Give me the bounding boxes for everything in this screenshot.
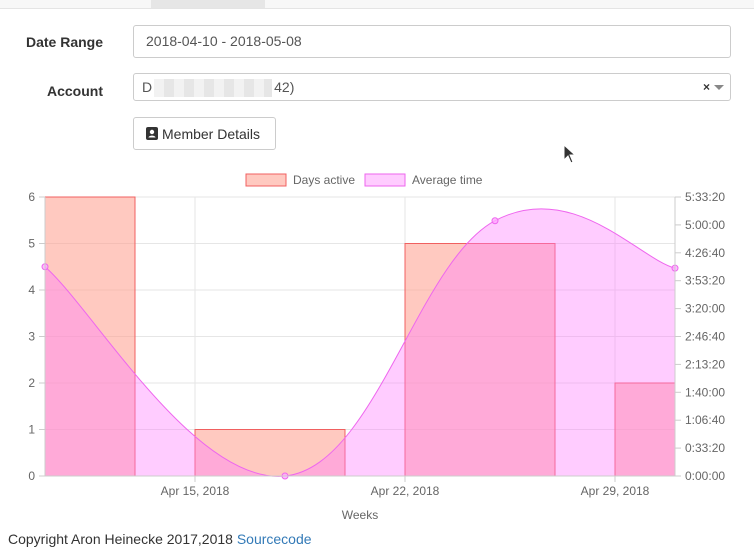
x-tick-label: Apr 22, 2018 bbox=[371, 484, 440, 498]
legend-label-days-active: Days active bbox=[293, 173, 355, 187]
tab-active[interactable] bbox=[151, 0, 265, 8]
y-right-tick-label: 3:53:20 bbox=[685, 274, 725, 288]
y-left-tick-label: 5 bbox=[28, 237, 35, 251]
legend-swatch-average-time bbox=[364, 173, 406, 187]
legend-label-average-time: Average time bbox=[412, 173, 483, 187]
account-select[interactable]: D 42) × bbox=[133, 73, 731, 101]
y-right-tick-label: 0:00:00 bbox=[685, 469, 725, 483]
footer: Copyright Aron Heinecke 2017,2018 Source… bbox=[8, 531, 312, 547]
y-right-tick-label: 0:33:20 bbox=[685, 441, 725, 455]
y-right-tick-label: 2:13:20 bbox=[685, 357, 725, 371]
y-left-tick-label: 0 bbox=[28, 469, 35, 483]
x-axis-title: Weeks bbox=[342, 508, 378, 522]
y-right-tick-label: 1:06:40 bbox=[685, 413, 725, 427]
member-details-label: Member Details bbox=[162, 125, 261, 142]
y-right-tick-label: 1:40:00 bbox=[685, 385, 725, 399]
date-range-label: Date Range bbox=[25, 34, 103, 50]
member-details-button[interactable]: Member Details bbox=[133, 117, 276, 150]
account-label: Account bbox=[47, 83, 103, 99]
copyright-text: Copyright Aron Heinecke 2017,2018 bbox=[8, 531, 233, 547]
account-value-suffix: 42) bbox=[274, 79, 295, 95]
y-right-tick-label: 5:33:20 bbox=[685, 190, 725, 204]
y-left-tick-label: 6 bbox=[28, 190, 35, 204]
address-card-icon bbox=[146, 127, 158, 140]
sourcecode-link[interactable]: Sourcecode bbox=[237, 531, 312, 547]
y-right-tick-label: 2:46:40 bbox=[685, 330, 725, 344]
top-tab-bar bbox=[0, 0, 754, 9]
y-left-tick-label: 4 bbox=[28, 283, 35, 297]
mouse-cursor-icon bbox=[563, 144, 577, 164]
chevron-down-icon[interactable] bbox=[714, 85, 724, 90]
redacted-account-name bbox=[154, 79, 273, 98]
average-time-area bbox=[41, 208, 679, 480]
date-range-input[interactable]: 2018-04-10 - 2018-05-08 bbox=[133, 25, 731, 58]
average-time-area-fill bbox=[45, 208, 675, 477]
legend-swatch-days-active bbox=[245, 173, 287, 187]
y-right-tick-label: 3:20:00 bbox=[685, 302, 725, 316]
average-time-point bbox=[491, 217, 499, 225]
clear-icon[interactable]: × bbox=[703, 74, 710, 100]
y-left-tick-label: 2 bbox=[28, 376, 35, 390]
y-left-tick-label: 3 bbox=[28, 330, 35, 344]
chart-legend: Days active Average time bbox=[245, 173, 483, 187]
account-value-prefix: D bbox=[142, 79, 153, 95]
x-tick-label: Apr 15, 2018 bbox=[161, 484, 230, 498]
y-left-tick-label: 1 bbox=[28, 423, 35, 437]
y-right-tick-label: 5:00:00 bbox=[685, 218, 725, 232]
y-right-tick-label: 4:26:40 bbox=[685, 246, 725, 260]
activity-chart: Days active Average time 0 1 2 3 4 5 6 0:00:00 0… bbox=[28, 173, 725, 522]
x-tick-label: Apr 29, 2018 bbox=[581, 484, 650, 498]
